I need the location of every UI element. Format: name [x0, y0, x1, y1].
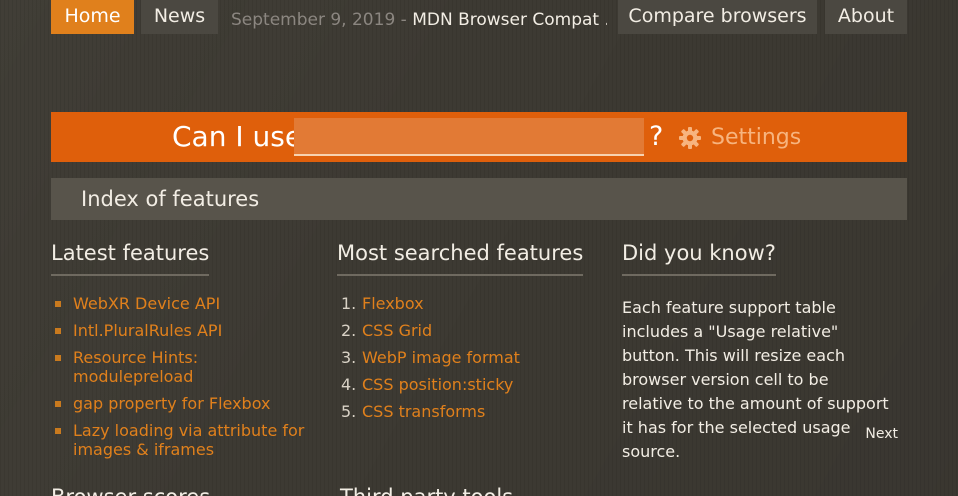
index-of-features-link[interactable]: Index of features [81, 185, 259, 213]
feature-link[interactable]: Intl.PluralRules API [73, 321, 222, 340]
next-tip-link[interactable]: Next [865, 426, 898, 442]
news-title-link[interactable]: MDN Browser Compat ... [412, 10, 607, 30]
third-party-tools-heading: Third party tools [340, 482, 513, 496]
nav-about[interactable]: About [825, 0, 907, 34]
did-you-know-heading: Did you know? [622, 238, 776, 276]
search-banner: Can I use ? Settings [51, 112, 907, 162]
list-number: 5. [341, 402, 357, 421]
list-number: 4. [341, 375, 357, 394]
feature-link[interactable]: CSS Grid [362, 321, 432, 340]
list-item: WebXR Device API [51, 294, 321, 313]
feature-link[interactable]: WebP image format [362, 348, 520, 367]
news-date: September 9, 2019 - [231, 10, 413, 30]
settings-label: Settings [711, 125, 802, 150]
most-searched-heading: Most searched features [337, 238, 584, 276]
question-mark: ? [649, 121, 664, 152]
feature-link[interactable]: gap property for Flexbox [73, 394, 270, 413]
settings-button[interactable]: Settings [678, 124, 801, 152]
feature-link[interactable]: CSS position:sticky [362, 375, 513, 394]
list-item: 1. Flexbox [337, 294, 607, 313]
latest-features-heading: Latest features [51, 238, 210, 276]
list-item: Resource Hints: modulepreload [51, 348, 321, 386]
most-searched-list: 1. Flexbox 2. CSS Grid 3. WebP image format… [337, 294, 607, 421]
bullet-icon [55, 401, 61, 407]
feature-link[interactable]: Flexbox [362, 294, 424, 313]
news-ticker[interactable]: September 9, 2019 - MDN Browser Compat .… [231, 8, 607, 32]
nav-home-tab[interactable]: Home [51, 0, 134, 34]
list-item: Intl.PluralRules API [51, 321, 321, 340]
nav-compare-browsers[interactable]: Compare browsers [618, 0, 817, 34]
list-item: 5. CSS transforms [337, 402, 607, 421]
feature-link[interactable]: CSS transforms [362, 402, 485, 421]
feature-link[interactable]: Resource Hints: modulepreload [73, 348, 198, 386]
list-item: 4. CSS position:sticky [337, 375, 607, 394]
feature-link[interactable]: Lazy loading via attribute for images & … [73, 421, 304, 459]
feature-link[interactable]: WebXR Device API [73, 294, 220, 313]
bullet-icon [55, 328, 61, 334]
latest-features-list: WebXR Device API Intl.PluralRules API Re… [51, 294, 321, 459]
bullet-icon [55, 301, 61, 307]
index-of-features-bar[interactable]: Index of features [51, 178, 907, 220]
latest-features-section: Latest features WebXR Device API Intl.Pl… [51, 238, 321, 467]
most-searched-section: Most searched features 1. Flexbox 2. CSS G… [337, 238, 607, 429]
nav-news-tab[interactable]: News [141, 0, 218, 34]
did-you-know-text: Each feature support table includes a "U… [622, 298, 889, 461]
gear-icon [678, 126, 702, 150]
search-input[interactable] [294, 118, 644, 156]
list-item: 2. CSS Grid [337, 321, 607, 340]
bullet-icon [55, 428, 61, 434]
browser-scores-heading: Browser scores [51, 482, 210, 496]
list-number: 2. [341, 321, 357, 340]
list-number: 3. [341, 348, 357, 367]
list-number: 1. [341, 294, 357, 313]
list-item: gap property for Flexbox [51, 394, 321, 413]
bullet-icon [55, 355, 61, 361]
list-item: 3. WebP image format [337, 348, 607, 367]
search-prefix-label: Can I use [172, 120, 303, 153]
list-item: Lazy loading via attribute for images & … [51, 421, 321, 459]
did-you-know-section: Did you know? Each feature support table… [622, 238, 907, 464]
